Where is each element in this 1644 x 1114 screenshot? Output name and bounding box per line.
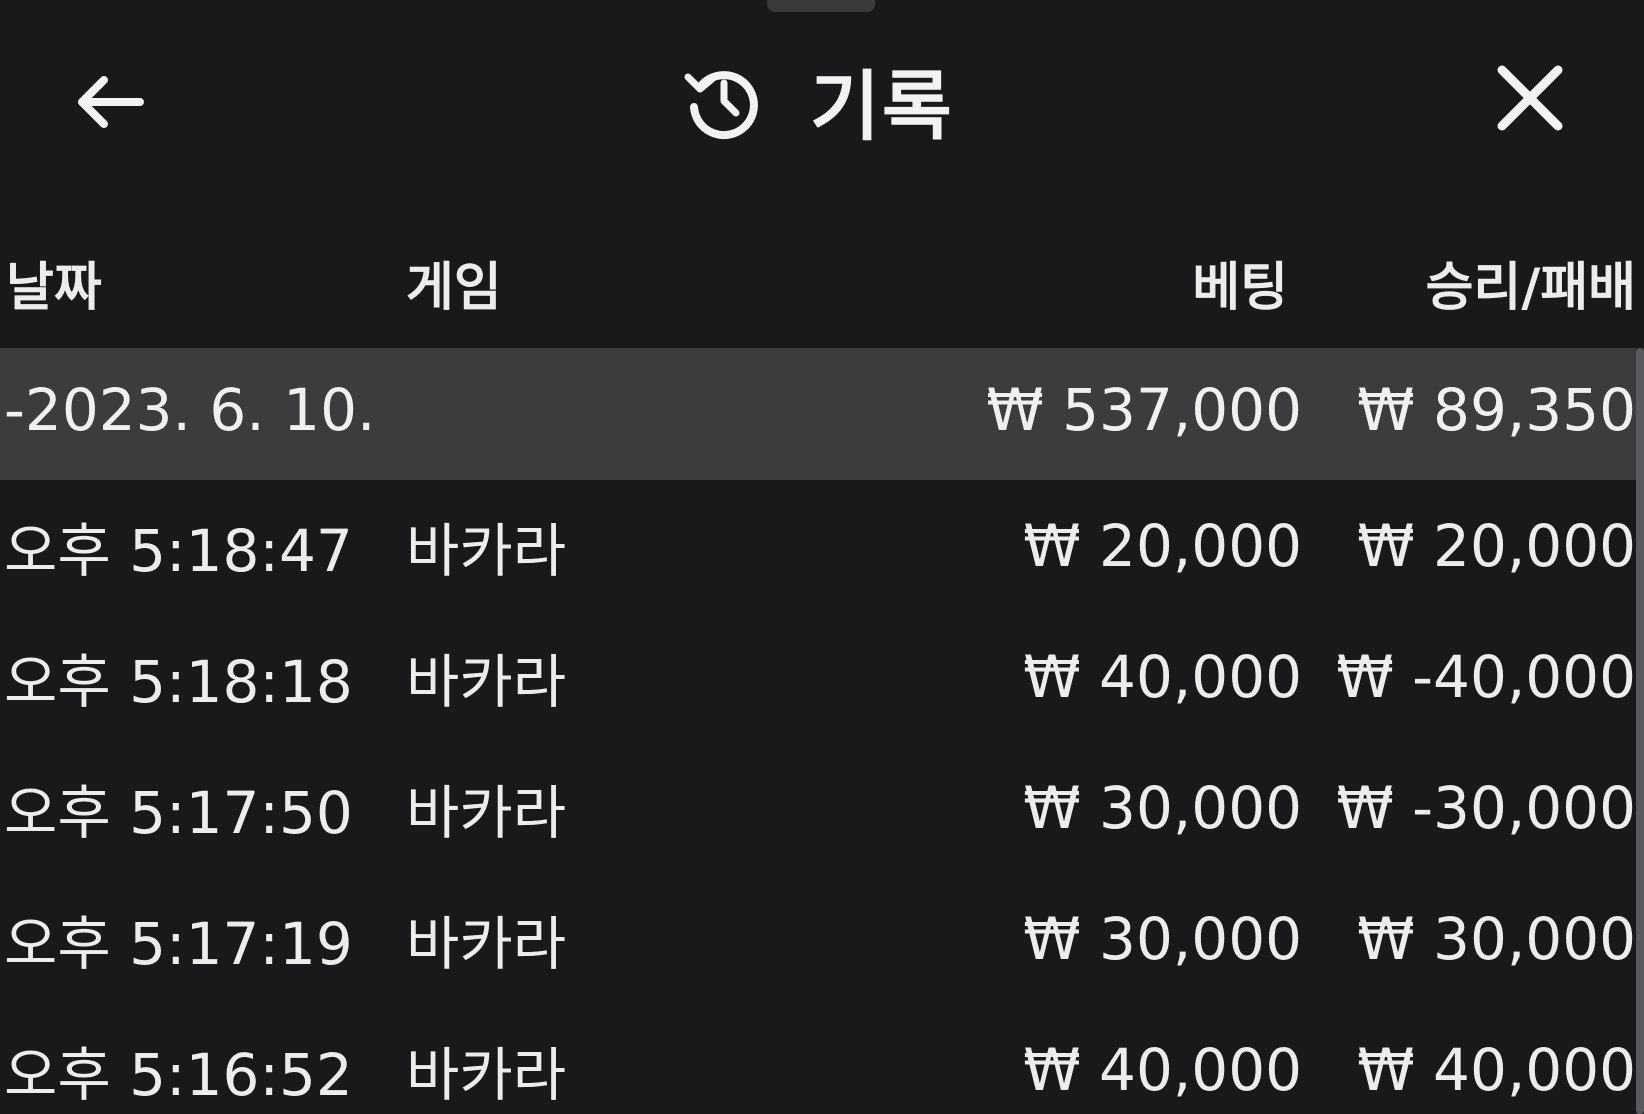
column-header-date[interactable]: 날짜: [6, 245, 102, 320]
row-time: 오후 5:18:18: [4, 647, 353, 716]
table-row[interactable]: 오후 5:18:47 바카라 ₩ 20,000 ₩ 20,000: [0, 480, 1644, 611]
back-button[interactable]: [70, 62, 150, 142]
scrollbar-thumb[interactable]: [1636, 348, 1644, 1114]
close-button[interactable]: [1490, 58, 1570, 138]
row-bet: ₩ 40,000: [1023, 1035, 1302, 1104]
row-game: 바카라: [406, 1040, 567, 1109]
scrollbar[interactable]: [1636, 348, 1644, 1114]
row-result: ₩ 30,000: [1357, 904, 1636, 973]
history-panel: 기록 날짜 게임 베팅 승리/패배 -2023. 6. 10. ₩ 537,00…: [0, 0, 1644, 1114]
column-headers: 날짜 게임 베팅 승리/패배: [0, 245, 1644, 325]
history-table: -2023. 6. 10. ₩ 537,000 ₩ 89,350 오후 5:18…: [0, 348, 1644, 1114]
sheet-grabber[interactable]: [767, 0, 875, 12]
close-icon: [1497, 65, 1563, 131]
arrow-left-icon: [78, 76, 144, 128]
row-bet: ₩ 40,000: [1023, 642, 1302, 711]
date-summary-row[interactable]: -2023. 6. 10. ₩ 537,000 ₩ 89,350: [0, 348, 1644, 480]
table-row[interactable]: 오후 5:16:52 바카라 ₩ 40,000 ₩ 40,000: [0, 1004, 1644, 1114]
row-time: 오후 5:17:19: [4, 909, 353, 978]
table-row[interactable]: 오후 5:18:18 바카라 ₩ 40,000 ₩ -40,000: [0, 611, 1644, 742]
row-game: 바카라: [406, 909, 567, 978]
row-time: 오후 5:16:52: [4, 1040, 353, 1109]
column-header-bet[interactable]: 베팅: [1192, 245, 1288, 320]
row-result: ₩ 20,000: [1357, 511, 1636, 580]
row-time: 오후 5:17:50: [4, 778, 353, 847]
history-clock-icon: [684, 71, 758, 140]
summary-bet-total: ₩ 537,000: [986, 376, 1302, 444]
column-header-result[interactable]: 승리/패배: [1426, 245, 1636, 320]
row-bet: ₩ 20,000: [1023, 511, 1302, 580]
row-result: ₩ -30,000: [1336, 773, 1636, 842]
page-title: 기록: [810, 62, 954, 151]
summary-date: -2023. 6. 10.: [4, 376, 376, 444]
row-bet: ₩ 30,000: [1023, 904, 1302, 973]
header-title-group: 기록: [680, 50, 954, 151]
table-row[interactable]: 오후 5:17:19 바카라 ₩ 30,000 ₩ 30,000: [0, 873, 1644, 1004]
row-game: 바카라: [406, 647, 567, 716]
header: 기록: [0, 40, 1644, 160]
row-bet: ₩ 30,000: [1023, 773, 1302, 842]
row-time: 오후 5:18:47: [4, 516, 353, 585]
row-game: 바카라: [406, 516, 567, 585]
table-row[interactable]: 오후 5:17:50 바카라 ₩ 30,000 ₩ -30,000: [0, 742, 1644, 873]
summary-result-total: ₩ 89,350: [1357, 376, 1636, 444]
column-header-game[interactable]: 게임: [406, 245, 502, 320]
row-result: ₩ 40,000: [1357, 1035, 1636, 1104]
row-result: ₩ -40,000: [1336, 642, 1636, 711]
row-game: 바카라: [406, 778, 567, 847]
